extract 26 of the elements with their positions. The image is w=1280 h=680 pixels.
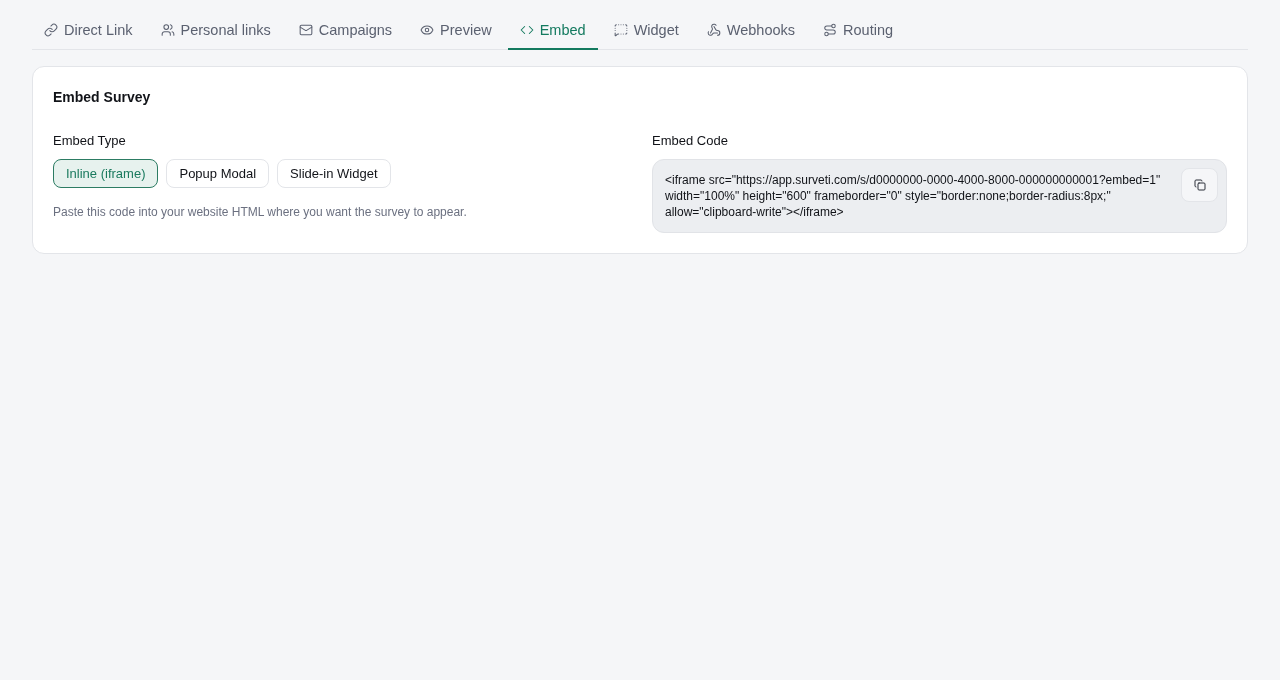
section-label: Embed Code <box>652 132 729 150</box>
route-icon <box>823 23 838 37</box>
code-icon <box>519 23 534 37</box>
tab[interactable]: Personal links <box>148 10 283 50</box>
tab[interactable]: Widget <box>601 10 691 50</box>
envelope-icon <box>298 23 313 37</box>
tab[interactable]: Routing <box>811 10 905 50</box>
webhook-icon <box>706 23 721 37</box>
section-label: Embed Type <box>53 132 127 150</box>
embed-type-option[interactable]: Slide-in Widget <box>277 159 391 188</box>
tab[interactable]: Webhooks <box>694 10 808 50</box>
tab[interactable]: Campaigns <box>286 10 405 50</box>
hint-text: Paste this code into your website HTML where you want the survey to appear. <box>53 204 468 220</box>
copy-icon <box>1193 179 1206 191</box>
tab[interactable]: Preview <box>408 10 504 50</box>
eye-icon <box>420 23 435 37</box>
tab[interactable]: Direct Link <box>32 10 145 50</box>
embed-code-text: <iframe src="https://app.surveti.com/s/d0000000-0000-4000-8000-000000000001?embed=1" width="100%" height="600" frameborder="0" style="border:none;border-radius:8px;" allow="clipboard-write"></iframe> <box>665 172 1162 220</box>
embed-type-option[interactable]: Popup Modal <box>166 159 270 188</box>
people-icon <box>160 23 175 37</box>
card-title: Embed Survey <box>53 88 152 107</box>
tab[interactable]: Embed <box>507 10 598 50</box>
dashed-speech-bubble-icon <box>613 23 628 37</box>
link-icon <box>44 23 58 37</box>
copy-button[interactable] <box>1181 168 1218 202</box>
embed-type-option[interactable]: Inline (iframe) <box>53 159 159 188</box>
